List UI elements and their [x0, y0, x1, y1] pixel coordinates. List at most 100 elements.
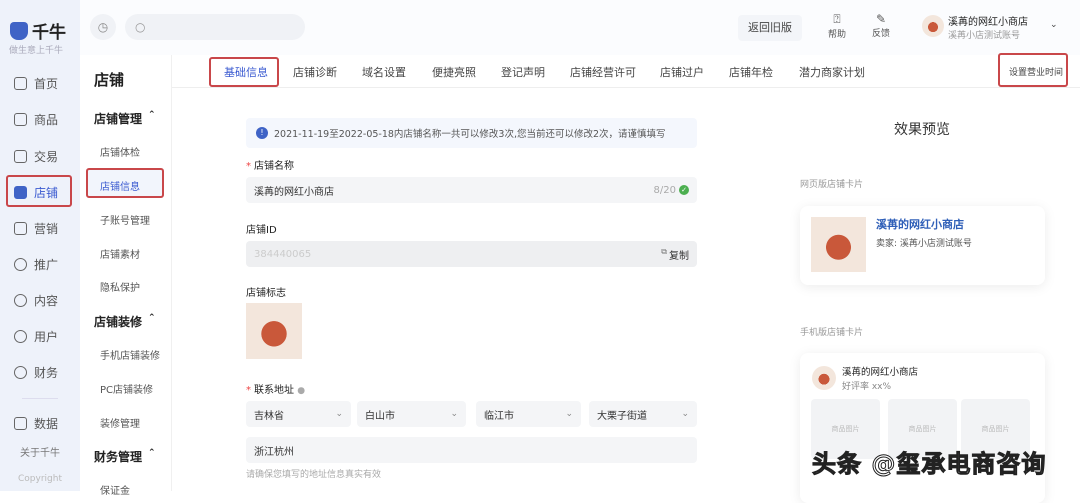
tab-annual-check[interactable]: 店铺年检	[729, 64, 773, 80]
label: 推广	[34, 258, 59, 272]
nav-mobile-decoration[interactable]: 手机店铺装修	[100, 347, 160, 362]
label: 财务	[34, 366, 59, 380]
tab-basic-info[interactable]: 基础信息	[224, 64, 268, 80]
label: 首页	[34, 77, 59, 91]
label: 反馈	[871, 29, 890, 39]
top-bar: ◷ ○ 返回旧版 ⍰ 帮助 ✎ 反馈 溪苒的网红小商店 溪苒小店测试账号 ⌄	[80, 0, 1080, 55]
nav-deposit[interactable]: 保证金	[100, 482, 130, 497]
info-icon: !	[256, 127, 268, 139]
shop-logo-thumbnail	[811, 217, 866, 272]
province-select[interactable]: 吉林省 ⌄	[246, 401, 351, 427]
shop-name-label: * 店铺名称	[246, 161, 294, 172]
tab-domain-settings[interactable]: 域名设置	[362, 64, 406, 80]
shop-sidebar: 店铺 店铺管理 ⌃ 店铺体检 店铺信息 子账号管理 店铺素材 隐私保护 店铺装修 ⌃…	[80, 55, 172, 497]
value: 吉林省	[254, 410, 284, 422]
shop-avatar[interactable]	[922, 15, 944, 37]
label: 店铺名称	[254, 161, 294, 172]
account-name: 溪苒小店测试账号	[948, 31, 1021, 41]
shop-id-label: 店铺ID	[246, 225, 277, 236]
user-icon	[14, 330, 27, 343]
card-rating: 好评率 xx%	[842, 382, 892, 392]
shop-logo-label: 店铺标志	[246, 288, 286, 299]
tab-business-license[interactable]: 店铺经营许可	[570, 64, 636, 80]
shop-logo-image[interactable]	[246, 303, 302, 359]
home-icon	[14, 77, 27, 90]
card-shop-name: 溪苒的网红小商店	[876, 218, 964, 231]
rail-item-goods[interactable]: 商品	[14, 111, 58, 128]
copy-icon: ⧉	[661, 246, 667, 256]
group-finance[interactable]: 财务管理 ⌃	[94, 448, 156, 465]
shop-name-input[interactable]: 溪苒的网红小商店 8/20 ✓	[246, 177, 697, 203]
shop-avatar-small	[812, 366, 836, 390]
feedback-icon: ✎	[875, 12, 887, 26]
rail-item-content[interactable]: 内容	[14, 292, 58, 309]
feedback-button[interactable]: ✎ 反馈	[869, 12, 893, 39]
city-select[interactable]: 白山市 ⌄	[357, 401, 466, 427]
rail-item-marketing[interactable]: 营销	[14, 220, 58, 237]
watermark: 头条 @玺承电商咨询	[811, 450, 1047, 479]
label: 营销	[34, 222, 59, 236]
rail-item-home[interactable]: 首页	[14, 75, 58, 92]
main-sidebar: 千牛 做生意上千牛 首页 商品 交易 店铺 营销 推广 内容 用户 财务 数据 …	[0, 0, 80, 491]
rail-item-shop[interactable]: 店铺	[14, 184, 58, 201]
tab-shop-transfer[interactable]: 店铺过户	[660, 64, 704, 80]
value: 384440065	[254, 248, 312, 260]
rail-item-finance[interactable]: 财务	[14, 364, 58, 381]
label: 店铺	[34, 186, 59, 200]
divider	[22, 398, 58, 399]
group-shop-management[interactable]: 店铺管理 ⌃	[94, 110, 156, 127]
chevron-up-icon: ⌃	[148, 313, 156, 323]
history-clock-icon[interactable]: ◷	[90, 14, 116, 40]
tabs-divider	[172, 87, 1080, 88]
value: 白山市	[365, 410, 395, 422]
mobile-shop-card: 溪苒的网红小商店 好评率 xx% 商品图片 商品图片 商品图片	[800, 353, 1045, 503]
chevron-down-icon: ⌄	[681, 409, 689, 419]
about-link[interactable]: 关于千牛	[20, 444, 60, 459]
nav-shop-checkup[interactable]: 店铺体检	[100, 144, 140, 159]
nav-pc-decoration[interactable]: PC店铺装修	[100, 381, 153, 396]
district-select[interactable]: 临江市 ⌄	[476, 401, 581, 427]
help-icon: ⍰	[833, 12, 841, 26]
web-card-label: 网页版店铺卡片	[800, 180, 864, 190]
label: 交易	[34, 150, 59, 164]
label: 联系地址	[254, 385, 294, 396]
nav-shop-info[interactable]: 店铺信息	[100, 178, 140, 193]
rail-item-data[interactable]: 数据	[14, 415, 58, 432]
web-shop-card: 溪苒的网红小商店 卖家: 溪苒小店测试账号	[800, 206, 1045, 285]
set-business-hours-button[interactable]: 设置营业时间	[1009, 65, 1063, 78]
mobile-card-label: 手机版店铺卡片	[800, 328, 864, 338]
nav-privacy[interactable]: 隐私保护	[100, 279, 140, 294]
back-old-version-button[interactable]: 返回旧版	[738, 15, 802, 41]
rail-item-trade[interactable]: 交易	[14, 148, 58, 165]
notice-text: 2021-11-19至2022-05-18内店铺名称一共可以修改3次,您当前还可…	[274, 129, 666, 140]
preview-title: 效果预览	[894, 122, 950, 138]
value: 临江市	[484, 410, 514, 422]
search-input[interactable]: ○	[125, 14, 305, 40]
label: 内容	[34, 294, 59, 308]
label: 数据	[34, 417, 59, 431]
section-title: 店铺	[94, 71, 125, 89]
tab-potential-merchant[interactable]: 潜力商家计划	[799, 64, 865, 80]
nav-decoration-management[interactable]: 装修管理	[100, 415, 140, 430]
help-circle-icon[interactable]: ●	[297, 386, 305, 396]
slogan: 做生意上千牛	[9, 46, 64, 56]
chart-icon	[14, 417, 27, 430]
copy-button[interactable]: ⧉ 复制	[661, 247, 689, 262]
help-button[interactable]: ⍰ 帮助	[825, 12, 849, 40]
nav-shop-assets[interactable]: 店铺素材	[100, 246, 140, 261]
label: 用户	[34, 330, 59, 344]
label: 财务管理	[94, 450, 143, 464]
tab-license-display[interactable]: 便捷亮照	[432, 64, 476, 80]
tab-shop-diagnosis[interactable]: 店铺诊断	[293, 64, 337, 80]
tab-registration[interactable]: 登记声明	[501, 64, 545, 80]
nav-sub-accounts[interactable]: 子账号管理	[100, 212, 150, 227]
street-select[interactable]: 大栗子街道 ⌄	[589, 401, 697, 427]
chevron-up-icon: ⌃	[148, 110, 156, 120]
search-icon: ○	[135, 20, 146, 34]
rail-item-users[interactable]: 用户	[14, 328, 58, 345]
chevron-down-icon[interactable]: ⌄	[1050, 20, 1058, 30]
shop-icon	[14, 186, 27, 199]
rail-item-promotion[interactable]: 推广	[14, 256, 58, 273]
group-shop-decoration[interactable]: 店铺装修 ⌃	[94, 313, 156, 330]
address-detail-input[interactable]: 浙江杭州	[246, 437, 697, 463]
